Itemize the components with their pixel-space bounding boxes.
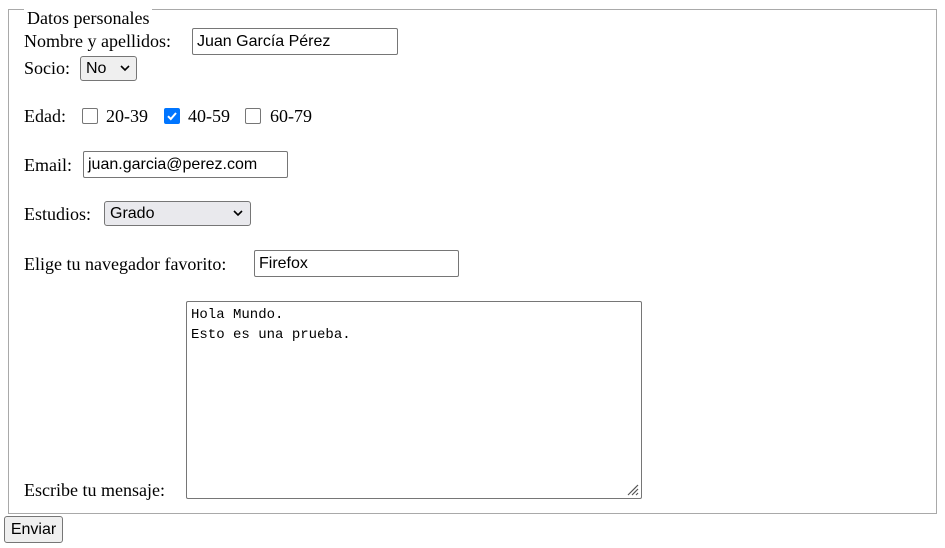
member-select[interactable]: No — [80, 56, 137, 81]
resize-grip-icon[interactable] — [625, 482, 639, 496]
email-input[interactable]: juan.garcia@perez.com — [83, 151, 288, 178]
studies-select[interactable]: Grado — [104, 201, 251, 226]
member-label: Socio: — [24, 58, 71, 78]
checkmark-icon — [167, 112, 177, 121]
chevron-down-icon — [233, 210, 243, 217]
message-line: Hola Mundo. — [191, 307, 284, 323]
age-checkbox-20-39[interactable] — [82, 108, 98, 124]
studies-label: Estudios: — [24, 204, 92, 224]
age-option-label: 60-79 — [270, 106, 312, 126]
age-label: Edad: — [24, 106, 66, 126]
age-checkbox-40-59[interactable] — [164, 108, 180, 124]
name-input[interactable]: Juan García Pérez — [192, 28, 398, 55]
chevron-down-icon — [120, 65, 130, 72]
message-textarea[interactable]: Hola Mundo. Esto es una prueba. — [186, 301, 642, 499]
personal-data-fieldset: Datos personales Nombre y apellidos: Jua… — [8, 8, 937, 514]
age-checkbox-60-79[interactable] — [245, 108, 261, 124]
email-label: Email: — [24, 155, 72, 175]
message-label: Escribe tu mensaje: — [24, 480, 165, 500]
age-option-label: 40-59 — [188, 106, 230, 126]
browser-label: Elige tu navegador favorito: — [24, 254, 227, 274]
fieldset-legend: Datos personales — [24, 8, 153, 28]
member-select-value: No — [86, 60, 107, 77]
submit-button[interactable]: Enviar — [4, 516, 63, 543]
message-line: Esto es una prueba. — [191, 327, 351, 343]
age-option-label: 20-39 — [106, 106, 148, 126]
browser-input[interactable]: Firefox — [254, 250, 459, 277]
name-label: Nombre y apellidos: — [24, 31, 171, 51]
studies-select-value: Grado — [110, 205, 155, 222]
